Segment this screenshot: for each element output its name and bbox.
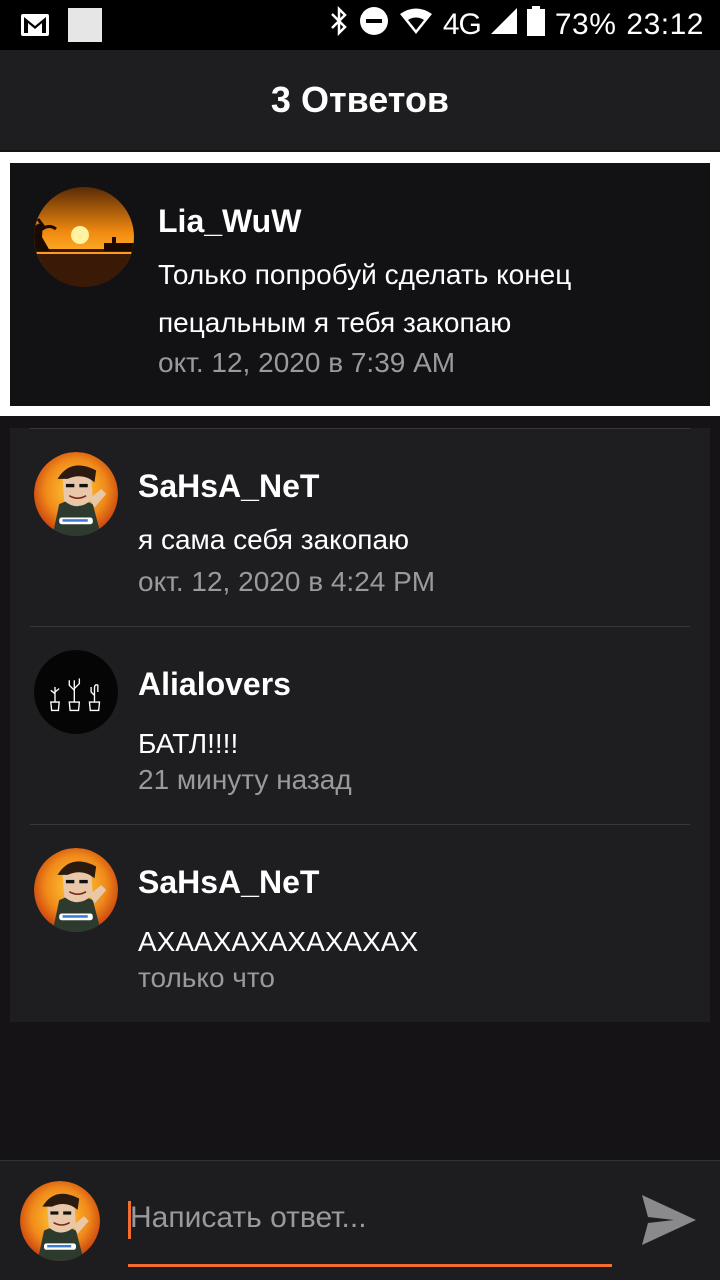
reply-timestamp: окт. 12, 2020 в 4:24 PM xyxy=(138,566,436,597)
reply-text: я сама себя закопаю xyxy=(138,524,410,555)
reply-author[interactable]: SaHsA_NeT xyxy=(138,864,319,901)
list-item[interactable]: SaHsA_NeT АХААХАХАХАХАХАХ только что xyxy=(10,824,710,1022)
post-text-line-1: Только попробуй сделать конец xyxy=(158,259,572,290)
avatar[interactable] xyxy=(34,650,118,734)
reply-composer: Написать ответ... xyxy=(0,1160,720,1280)
divider xyxy=(30,428,690,429)
reply-text: БАТЛ!!!! xyxy=(138,728,239,759)
replies-list: SaHsA_NeT я сама себя закопаю окт. 12, 2… xyxy=(10,428,710,1022)
avatar[interactable] xyxy=(34,452,118,536)
post-timestamp: окт. 12, 2020 в 7:39 AM xyxy=(158,347,456,378)
sunset-avatar-image xyxy=(34,187,134,287)
cactus-avatar-image xyxy=(34,650,118,734)
notification-square-icon xyxy=(68,8,102,47)
reply-author[interactable]: Alialovers xyxy=(138,666,291,703)
battery-icon xyxy=(526,6,545,44)
app-bar: 3 Ответов xyxy=(0,50,720,150)
battery-percent: 73% xyxy=(554,8,617,41)
gmail-icon xyxy=(20,13,50,42)
bluetooth-icon xyxy=(329,5,349,44)
reply-input[interactable]: Написать ответ... xyxy=(128,1197,612,1267)
page-title: 3 Ответов xyxy=(270,79,450,120)
original-post-container: Lia_WuW Только попробуй сделать конец пе… xyxy=(0,152,720,416)
clock: 23:12 xyxy=(626,8,704,41)
send-button[interactable] xyxy=(640,1193,698,1252)
send-icon xyxy=(642,1195,696,1245)
reply-author[interactable]: SaHsA_NeT xyxy=(138,468,319,505)
avatar[interactable] xyxy=(34,848,118,932)
avatar[interactable] xyxy=(20,1181,100,1261)
reply-placeholder: Написать ответ... xyxy=(130,1201,367,1234)
original-post[interactable]: Lia_WuW Только попробуй сделать конец пе… xyxy=(10,163,710,406)
do-not-disturb-icon xyxy=(359,6,389,44)
network-type: 4G xyxy=(442,8,482,41)
reply-timestamp: 21 минуту назад xyxy=(138,764,352,795)
reply-timestamp: только что xyxy=(138,962,275,993)
post-author[interactable]: Lia_WuW xyxy=(158,203,301,240)
divider xyxy=(30,626,690,627)
post-text-line-2: пецальным я тебя закопаю xyxy=(158,307,512,338)
divider xyxy=(30,824,690,825)
wifi-icon xyxy=(399,7,433,43)
avatar[interactable] xyxy=(34,187,134,287)
anime-avatar-image xyxy=(20,1181,100,1261)
anime-avatar-image xyxy=(34,452,118,536)
list-item[interactable]: Alialovers БАТЛ!!!! 21 минуту назад xyxy=(10,626,710,824)
signal-icon xyxy=(490,8,517,42)
list-item[interactable]: SaHsA_NeT я сама себя закопаю окт. 12, 2… xyxy=(10,428,710,626)
reply-text: АХААХАХАХАХАХАХ xyxy=(138,926,419,957)
anime-avatar-image xyxy=(34,848,118,932)
status-bar: 4G 73% 23:12 xyxy=(0,0,720,50)
